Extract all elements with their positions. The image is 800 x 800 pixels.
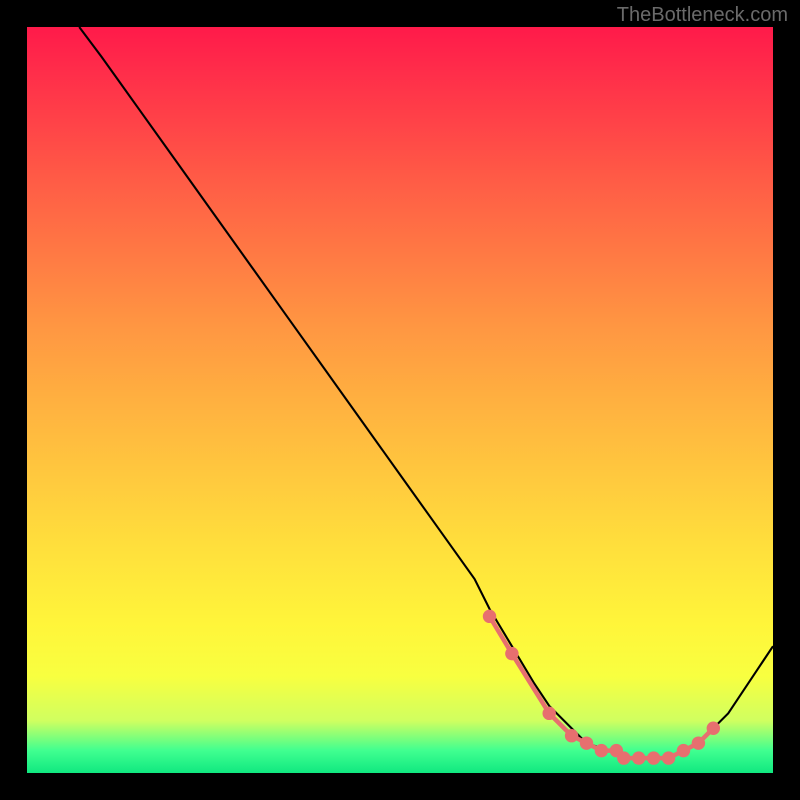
chart-svg [27,27,773,773]
chart-marker-dot [505,647,518,660]
chart-markers [483,610,720,765]
chart-marker-dot [647,751,660,764]
chart-marker-dot [580,736,593,749]
chart-marker-dot [677,744,690,757]
chart-marker-dot [632,751,645,764]
chart-marker-dot [617,751,630,764]
chart-marker-dot [565,729,578,742]
watermark-text: TheBottleneck.com [617,4,788,27]
chart-marker-dot [483,610,496,623]
chart-marker-dot [707,722,720,735]
chart-curve-line [79,27,773,758]
chart-marker-segment [490,616,714,758]
chart-marker-dot [542,707,555,720]
chart-marker-dot [662,751,675,764]
chart-plot-area [27,27,773,773]
chart-marker-dot [595,744,608,757]
chart-marker-dot [692,736,705,749]
